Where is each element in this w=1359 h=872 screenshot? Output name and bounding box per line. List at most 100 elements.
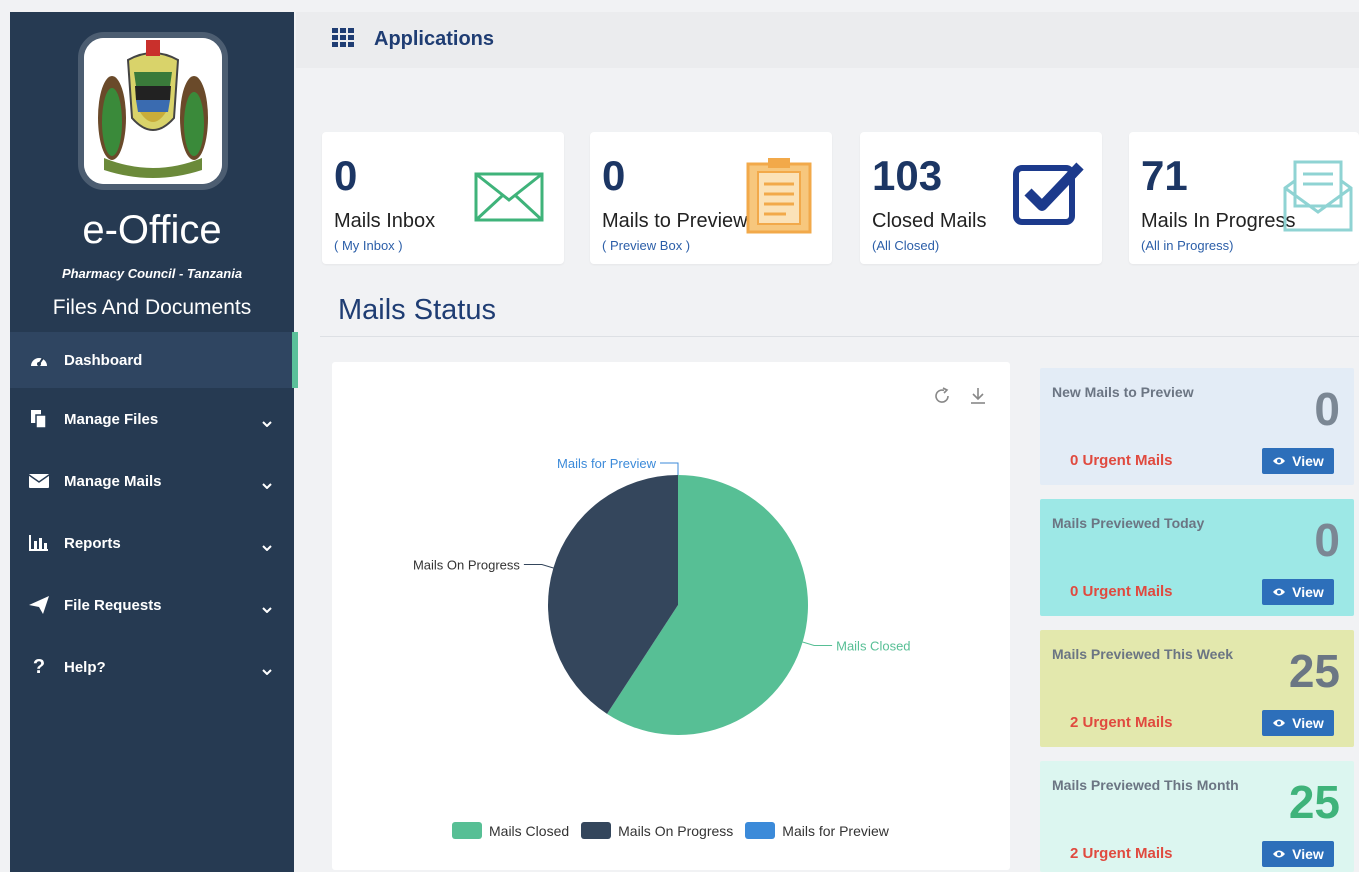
legend-item[interactable]: Mails On Progress	[581, 822, 733, 839]
mail-icon	[28, 472, 50, 490]
card-link-preview-box[interactable]: ( Preview Box )	[602, 238, 690, 253]
sidebar-item-label: Manage Files	[64, 410, 159, 428]
panel-title: New Mails to Preview	[1052, 384, 1194, 400]
urgent-mails-count: 0 Urgent Mails	[1070, 583, 1173, 600]
sidebar-item-file-requests[interactable]: File Requests	[10, 574, 294, 636]
applications-menu[interactable]: Applications	[374, 28, 494, 51]
eye-icon	[1272, 584, 1286, 600]
chart-icon	[28, 534, 50, 552]
urgent-mails-count: 0 Urgent Mails	[1070, 452, 1173, 469]
pie-label-mails-closed: Mails Closed	[836, 638, 910, 653]
card-link-my-inbox[interactable]: ( My Inbox )	[334, 238, 403, 253]
card-closed-mails[interactable]: 103 Closed Mails (All Closed)	[860, 132, 1102, 264]
view-label: View	[1292, 715, 1324, 731]
section-title: Files And Documents	[52, 296, 252, 319]
legend-item[interactable]: Mails for Preview	[745, 822, 889, 839]
card-title: Mails In Progress	[1141, 210, 1296, 232]
top-bar: Applications	[296, 12, 1359, 68]
pie-leader-line	[523, 564, 554, 569]
card-value: 103	[872, 152, 943, 199]
sidebar: e-Office Pharmacy Council - Tanzania Fil…	[10, 12, 298, 872]
chevron-down-icon	[262, 476, 272, 493]
coat-of-arms-logo	[78, 32, 228, 190]
sidebar-item-dashboard[interactable]: Dashboard	[10, 332, 298, 388]
send-icon	[28, 596, 50, 614]
urgent-mails-count: 2 Urgent Mails	[1070, 845, 1173, 862]
card-mails-inbox[interactable]: 0 Mails Inbox ( My Inbox )	[322, 132, 564, 264]
legend-label: Mails On Progress	[618, 822, 734, 839]
clipboard-icon	[746, 158, 812, 239]
legend-swatch	[452, 822, 482, 839]
sidebar-item-label: File Requests	[64, 596, 162, 614]
chevron-down-icon	[262, 600, 272, 617]
sidebar-item-manage-mails[interactable]: Manage Mails	[10, 450, 294, 512]
sidebar-item-label: Reports	[64, 534, 121, 552]
card-mails-to-preview[interactable]: 0 Mails to Preview ( Preview Box )	[590, 132, 832, 264]
eye-icon	[1272, 715, 1286, 731]
card-mails-in-progress[interactable]: 71 Mails In Progress (All in Progress)	[1129, 132, 1359, 264]
view-button[interactable]: View	[1262, 841, 1334, 867]
legend-label: Mails for Preview	[782, 822, 889, 839]
panel-count: 0	[1314, 514, 1340, 566]
card-title: Closed Mails	[872, 210, 987, 232]
panel-new-mails-to-preview: New Mails to Preview 0 0 Urgent Mails Vi…	[1040, 368, 1354, 485]
card-title: Mails to Preview	[602, 210, 748, 232]
legend-swatch	[581, 822, 612, 839]
sidebar-item-label: Dashboard	[64, 351, 143, 369]
pie-label-mails-on-progress: Mails On Progress	[413, 558, 520, 573]
card-link-all-closed[interactable]: (All Closed)	[872, 238, 939, 253]
panel-count: 0	[1314, 383, 1340, 435]
divider	[320, 336, 1359, 337]
panel-count: 25	[1288, 776, 1340, 828]
view-label: View	[1292, 584, 1324, 600]
chart-legend: Mails Closed Mails On Progress Mails for…	[452, 822, 889, 839]
chevron-down-icon	[262, 414, 272, 431]
card-title: Mails Inbox	[334, 210, 436, 232]
card-value: 71	[1141, 152, 1188, 199]
open-envelope-icon	[1283, 158, 1353, 237]
panel-title: Mails Previewed This Week	[1052, 646, 1234, 662]
files-icon	[28, 410, 50, 428]
apps-grid-icon[interactable]	[332, 28, 354, 53]
sidebar-item-label: Help?	[64, 658, 106, 676]
pie-label-mails-for-preview: Mails for Preview	[557, 456, 657, 471]
sidebar-item-label: Manage Mails	[64, 472, 162, 490]
card-value: 0	[334, 152, 358, 199]
organization-name: Pharmacy Council - Tanzania	[61, 266, 243, 281]
panel-mails-previewed-this-week: Mails Previewed This Week 25 2 Urgent Ma…	[1040, 630, 1354, 747]
sidebar-item-manage-files[interactable]: Manage Files	[10, 388, 294, 450]
brand-name: e-Office	[82, 208, 222, 252]
sidebar-item-help[interactable]: ? Help?	[10, 636, 294, 698]
panel-title: Mails Previewed This Month	[1052, 777, 1239, 793]
section-heading-mails-status: Mails Status	[338, 294, 496, 326]
card-value: 0	[602, 152, 626, 199]
chevron-down-icon	[262, 538, 272, 555]
view-button[interactable]: View	[1262, 448, 1334, 474]
panel-title: Mails Previewed Today	[1052, 515, 1205, 531]
view-button[interactable]: View	[1262, 579, 1334, 605]
pie-leader-line	[802, 641, 833, 646]
panel-count: 25	[1288, 645, 1340, 697]
card-link-all-in-progress[interactable]: (All in Progress)	[1141, 238, 1233, 253]
legend-item[interactable]: Mails Closed	[452, 822, 569, 839]
envelope-icon	[474, 172, 544, 227]
legend-swatch	[745, 822, 776, 839]
eye-icon	[1272, 846, 1286, 862]
sidebar-nav: Dashboard Manage Files Manage Mails Repo…	[10, 332, 298, 698]
eye-icon	[1272, 453, 1286, 469]
chart-panel: Mails Closed Mails On Progress Mails for P…	[332, 362, 1010, 870]
view-button[interactable]: View	[1262, 710, 1334, 736]
chevron-down-icon	[262, 662, 272, 679]
panel-mails-previewed-this-month: Mails Previewed This Month 25 2 Urgent M…	[1040, 761, 1354, 872]
pie-leader-line	[660, 462, 679, 475]
urgent-mails-count: 2 Urgent Mails	[1070, 714, 1173, 731]
panel-mails-previewed-today: Mails Previewed Today 0 0 Urgent Mails V…	[1040, 499, 1354, 616]
pie-chart: Mails Closed Mails On Progress Mails for P…	[413, 456, 911, 735]
question-icon: ?	[32, 655, 46, 678]
legend-label: Mails Closed	[489, 822, 570, 839]
dashboard-icon	[28, 351, 50, 369]
check-box-icon	[1012, 160, 1086, 231]
sidebar-item-reports[interactable]: Reports	[10, 512, 294, 574]
view-label: View	[1292, 453, 1324, 469]
view-label: View	[1292, 846, 1324, 862]
